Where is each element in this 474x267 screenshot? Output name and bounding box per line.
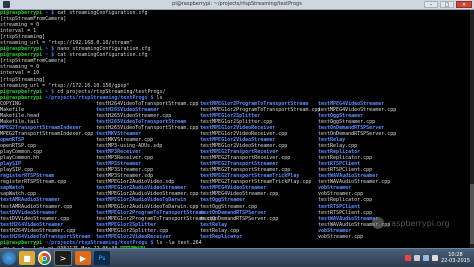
svg-text:raspberrypi.org: raspberrypi.org (388, 219, 450, 228)
photoshop-icon[interactable]: Ps (94, 251, 110, 265)
maximize-button[interactable]: □ (440, 1, 454, 8)
terminal-taskbar-icon[interactable]: > (54, 250, 72, 266)
title-bar[interactable]: pi@raspberrypi: ~/projects/rtspStreaming… (0, 0, 474, 10)
explorer-icon[interactable]: ■ (19, 251, 35, 265)
watermark-logo: raspberrypi.org (372, 217, 450, 229)
terminal-window: pi@raspberrypi: ~/projects/rtspStreaming… (0, 0, 474, 248)
clock[interactable]: 10:28 22-03-2015 (441, 252, 470, 264)
system-tray: 10:28 22-03-2015 (404, 249, 470, 267)
window-title: pi@raspberrypi: ~/projects/rtspStreaming… (172, 1, 302, 7)
scroll-thumb[interactable] (470, 184, 474, 244)
clock-date: 22-03-2015 (440, 258, 470, 264)
close-button[interactable]: ✕ (456, 1, 472, 8)
media-player-icon[interactable]: ▶ (75, 251, 91, 265)
start-button[interactable] (2, 251, 16, 265)
terminal-scrollbar[interactable] (470, 10, 474, 248)
taskbar: ■ > ▶ Ps 10:28 22-03-2015 (0, 248, 474, 267)
tray-app-icon[interactable] (404, 255, 411, 261)
flag-icon[interactable] (413, 255, 420, 261)
volume-icon[interactable] (431, 255, 438, 261)
minimize-button[interactable]: – (424, 1, 438, 8)
network-icon[interactable] (422, 255, 429, 261)
chrome-icon[interactable] (38, 251, 51, 265)
window-controls: – □ ✕ (424, 0, 472, 9)
